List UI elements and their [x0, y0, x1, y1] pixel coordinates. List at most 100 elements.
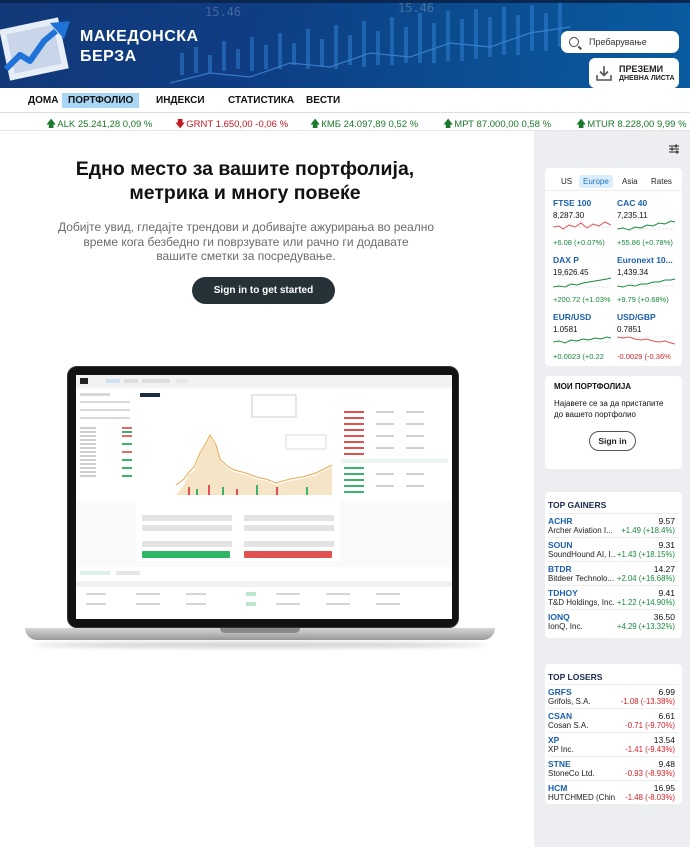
search-placeholder: Пребарување [589, 37, 647, 47]
laptop-shadow [35, 642, 485, 648]
stock-price: 13.54 [653, 735, 675, 745]
list-item[interactable]: IONQ IonQ, Inc. 36.50 +4.29 (+13.32%) [548, 609, 679, 631]
stock-change: -0.71 (-9.70%) [625, 721, 675, 730]
download-icon [596, 66, 612, 81]
stock-symbol: TDHOY [548, 588, 578, 598]
ticker-text: ALK 25.241,28 0,09 % [57, 119, 153, 130]
tab-rates[interactable]: Rates [647, 175, 676, 188]
market-cell-ftse[interactable]: FTSE 100 8,287.30 +6.08 (+0.07%) [553, 198, 611, 253]
top-gainers-title: TOP GAINERS [548, 500, 607, 510]
hero-subtitle: Добијте увид, гледајте трендови и добива… [36, 220, 456, 264]
hero-subtitle-line: вашите сметки за посредување. [156, 249, 336, 263]
arrow-up-icon: 🡅 [443, 119, 454, 130]
company-name: XP Inc. [548, 745, 574, 754]
list-item[interactable]: SOUN SoundHound AI, I... 9.31 +1.43 (+18… [548, 537, 679, 559]
list-item[interactable]: XP XP Inc. 13.54 -1.41 (-9.43%) [548, 732, 679, 754]
company-name: HUTCHMED (Chin... [548, 793, 616, 802]
stock-change: +1.49 (+18.4%) [621, 526, 675, 535]
market-name: CAC 40 [617, 198, 648, 208]
stock-symbol: CSAN [548, 711, 573, 721]
ticker-item[interactable]: 🡇GRNT 1.650,00 -0,06 % [175, 117, 288, 134]
stock-symbol: GRFS [548, 687, 572, 697]
company-name: T&D Holdings, Inc. [548, 598, 615, 607]
sparkline-chart [617, 278, 675, 288]
company-name: Archer Aviation I... [548, 526, 613, 535]
market-change: +9.79 (+0.68%) [617, 295, 669, 304]
stock-change: -1.41 (-9.43%) [625, 745, 675, 754]
market-cell-usdgbp[interactable]: USD/GBP 0.7851 -0.0029 (-0.36% [617, 312, 675, 367]
arrow-up-icon: 🡅 [46, 119, 57, 130]
laptop-mockup-image [25, 366, 495, 648]
market-name: Euronext 10... [617, 255, 673, 265]
portfolios-desc-line: до вашето портфолио [554, 409, 636, 419]
search-icon [569, 37, 579, 47]
nav-item-statistics[interactable]: СТАТИСТИКА [222, 93, 300, 108]
laptop-screen-frame [67, 366, 459, 628]
stock-symbol: HCM [548, 783, 568, 793]
download-label-1: ПРЕЗЕМИ [619, 63, 664, 74]
list-item[interactable]: HCM HUTCHMED (Chin... 16.95 -1.48 (-8.03… [548, 780, 679, 802]
list-item[interactable]: STNE StoneCo Ltd. 9.48 -0.93 (-8.93%) [548, 756, 679, 778]
hero-title-line: Едно место за вашите портфолија, [75, 158, 415, 180]
stock-symbol: XP [548, 735, 560, 745]
list-item[interactable]: CSAN Cosan S.A. 6.61 -0.71 (-9.70%) [548, 708, 679, 730]
list-item[interactable]: GRFS Grifols, S.A. 6.99 -1.08 (-13.38%) [548, 684, 679, 706]
site-logo-text[interactable]: МАКЕДОНСКА БЕРЗА [80, 27, 199, 67]
logo-line-2: БЕРЗА [80, 48, 137, 65]
company-name: IonQ, Inc. [548, 622, 583, 631]
hero-title-line: метрика и многу повеќе [129, 182, 361, 204]
nav-item-indices[interactable]: ИНДЕКСИ [150, 93, 211, 108]
market-cell-dax[interactable]: DAX P 19,626.45 +200.72 (+1.03% [553, 255, 611, 310]
nav-item-portfolio[interactable]: ПОРТФОЛИО [62, 93, 140, 108]
sparkline-chart [617, 336, 675, 345]
market-cell-eurusd[interactable]: EUR/USD 1.0581 +0.0023 (+0.22 [553, 312, 611, 367]
market-tabs: US Europe Asia Rates [545, 171, 682, 191]
stock-change: +1.43 (+18.15%) [616, 550, 675, 559]
stock-price: 16.95 [653, 783, 675, 793]
my-portfolios-widget: МОИ ПОРТФОЛИЈА Најавете се за да пристап… [545, 376, 682, 469]
company-name: Grifols, S.A. [548, 697, 591, 706]
stock-price: 9.48 [658, 759, 675, 769]
ticker-text: MTUR 8.228,00 9,99 % [587, 119, 687, 130]
arrow-down-icon: 🡇 [175, 119, 186, 130]
tab-us[interactable]: US [557, 175, 576, 188]
list-item[interactable]: TDHOY T&D Holdings, Inc. 9.41 +1.22 (+14… [548, 585, 679, 607]
portfolios-sign-in-button[interactable]: Sign in [589, 431, 636, 451]
sparkline-chart [553, 277, 611, 288]
tab-europe[interactable]: Europe [579, 175, 613, 188]
hero-title: Едно место за вашите портфолија, метрика… [10, 157, 480, 205]
filter-settings-icon[interactable] [668, 143, 680, 155]
search-input[interactable]: Пребарување [561, 31, 679, 53]
stock-price: 9.57 [658, 516, 675, 526]
nav-item-home[interactable]: ДОМА [22, 93, 64, 108]
ticker-text: МРТ 87.000,00 0,58 % [454, 119, 552, 130]
nav-item-news[interactable]: ВЕСТИ [300, 93, 346, 108]
company-name: SoundHound AI, I... [548, 550, 616, 559]
background-number: 15.46 [398, 1, 435, 15]
stock-price: 36.50 [653, 612, 675, 622]
tab-asia[interactable]: Asia [618, 175, 642, 188]
sparkline-chart [553, 336, 611, 344]
list-item[interactable]: ACHR Archer Aviation I... 9.57 +1.49 (+1… [548, 513, 679, 535]
stock-price: 9.31 [658, 540, 675, 550]
stock-change: +4.29 (+13.32%) [616, 622, 675, 631]
stock-price: 9.41 [658, 588, 675, 598]
company-name: Cosan S.A. [548, 721, 589, 730]
market-change: +6.08 (+0.07%) [553, 238, 605, 247]
stock-change: -1.08 (-13.38%) [620, 697, 675, 706]
stock-price: 6.99 [658, 687, 675, 697]
list-item[interactable]: BTDR Bitdeer Technolo... 14.27 +2.04 (+1… [548, 561, 679, 583]
download-daily-list-button[interactable]: ПРЕЗЕМИ ДНЕВНА ЛИСТА [589, 58, 679, 88]
stock-price: 14.27 [653, 564, 675, 574]
market-change: +0.0023 (+0.22 [553, 352, 604, 361]
ticker-item[interactable]: 🡅ALK 25.241,28 0,09 % [46, 117, 152, 134]
sign-in-cta-button[interactable]: Sign in to get started [192, 277, 335, 304]
company-name: StoneCo Ltd. [548, 769, 595, 778]
ticker-item[interactable]: 🡅КМБ 24.097,89 0,52 % [310, 117, 418, 134]
market-cell-euronext[interactable]: Euronext 10... 1,439.34 +9.79 (+0.68%) [617, 255, 675, 310]
company-name: Bitdeer Technolo... [548, 574, 615, 583]
arrow-up-icon: 🡅 [310, 119, 321, 130]
market-cell-cac[interactable]: CAC 40 7,235.11 +55.86 (+0.78%) [617, 198, 675, 253]
markets-widget: US Europe Asia Rates FTSE 100 8,287.30 +… [545, 168, 682, 366]
market-name: USD/GBP [617, 312, 656, 322]
